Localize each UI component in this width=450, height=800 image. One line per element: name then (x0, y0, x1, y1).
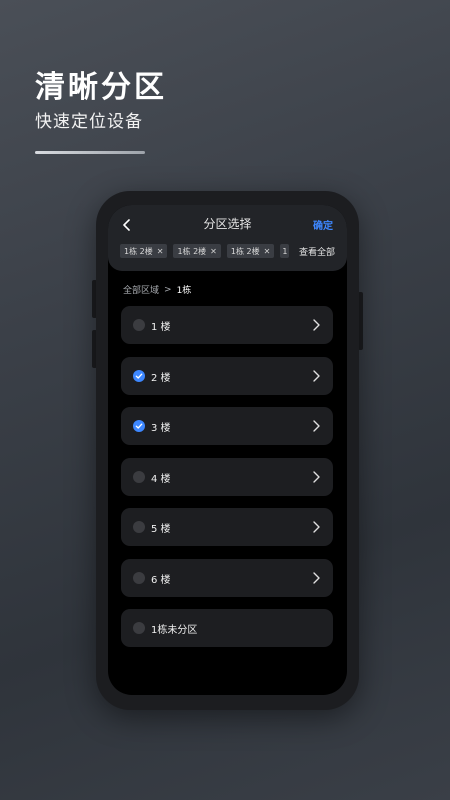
list-item-label: 5 楼 (151, 524, 171, 535)
radio-checked[interactable] (133, 369, 145, 382)
chevron-right-icon[interactable] (311, 571, 321, 585)
check-icon (135, 373, 143, 379)
selected-chip[interactable]: 1栋 2楼 ✕ (173, 244, 221, 258)
close-icon[interactable]: ✕ (157, 247, 164, 256)
list-item[interactable]: 3 楼 (121, 407, 333, 445)
chevron-right-icon[interactable] (311, 318, 321, 332)
radio-checked[interactable] (133, 420, 145, 432)
radio-unchecked[interactable] (133, 319, 145, 331)
breadcrumb: 全部区域 > 1栋 (123, 283, 192, 297)
promo-title: 清晰分区 (35, 70, 167, 105)
chevron-right-icon[interactable] (311, 419, 321, 433)
radio-unchecked[interactable] (133, 622, 145, 634)
chevron-right-icon[interactable] (311, 470, 321, 484)
list-item-label: 2 楼 (151, 372, 171, 384)
radio-unchecked[interactable] (133, 571, 145, 584)
selected-chip[interactable]: 1 (280, 244, 290, 258)
list-item[interactable]: 1栋未分区 (121, 609, 333, 647)
list-item-label: 1 楼 (151, 322, 171, 333)
list-item[interactable]: 6 楼 (121, 558, 333, 597)
selected-chip[interactable]: 1栋 2楼 ✕ (120, 244, 168, 258)
promo-divider (35, 151, 145, 154)
list-item[interactable]: 2 楼 (121, 356, 333, 395)
breadcrumb-root[interactable]: 全部区域 (123, 283, 159, 296)
page-title: 分区选择 (203, 217, 252, 231)
confirm-button[interactable]: 确定 (313, 217, 333, 232)
check-icon (135, 423, 143, 429)
list-item-label: 6 楼 (151, 574, 171, 586)
chip-label: 1栋 2楼 (177, 246, 207, 256)
promo-subtitle: 快速定位设备 (35, 112, 143, 132)
breadcrumb-separator: > (164, 284, 172, 295)
chevron-right-icon[interactable] (311, 369, 321, 383)
chevron-right-icon[interactable] (311, 520, 321, 534)
list-item-label: 4 楼 (151, 473, 171, 485)
selected-chips-row: 1栋 2楼 ✕ 1栋 2楼 ✕ 1栋 2楼 ✕ 1 查看全部 (120, 243, 335, 259)
view-all-button[interactable]: 查看全部 (299, 245, 335, 258)
app-bar: 分区选择 确定 1栋 2楼 ✕ 1栋 2楼 ✕ 1栋 2楼 ✕ 1 查看全部 (108, 205, 347, 271)
radio-unchecked[interactable] (133, 470, 145, 483)
selected-chip[interactable]: 1栋 2楼 ✕ (226, 244, 275, 258)
list-item-label: 3 楼 (151, 423, 171, 434)
list-item[interactable]: 4 楼 (121, 457, 333, 496)
list-item-label: 1栋未分区 (151, 625, 198, 636)
floor-list: 1 楼 2 楼 3 楼 4 楼 5 楼 6 楼 1栋未分区 (121, 306, 333, 660)
radio-unchecked[interactable] (133, 521, 145, 533)
chip-label: 1 (282, 246, 288, 256)
chip-label: 1栋 2楼 (124, 246, 153, 256)
chip-label: 1栋 2楼 (230, 246, 260, 256)
close-icon[interactable]: ✕ (264, 247, 271, 256)
breadcrumb-current: 1栋 (176, 286, 192, 296)
close-icon[interactable]: ✕ (210, 247, 217, 256)
list-item[interactable]: 5 楼 (121, 508, 333, 546)
phone-screen: 分区选择 确定 1栋 2楼 ✕ 1栋 2楼 ✕ 1栋 2楼 ✕ 1 查看全部 全… (108, 205, 347, 695)
list-item[interactable]: 1 楼 (121, 306, 333, 344)
